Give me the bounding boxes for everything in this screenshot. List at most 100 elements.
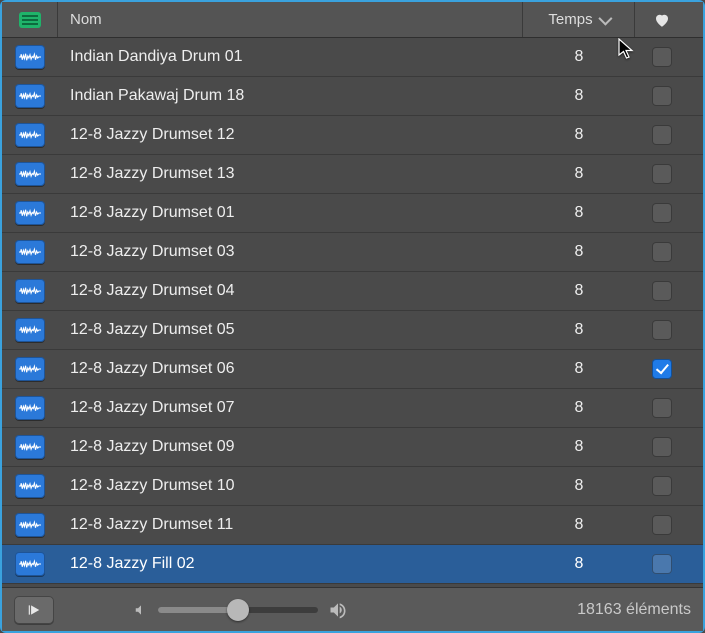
loop-temps-cell: 8	[523, 204, 635, 222]
loop-favorite-cell	[635, 86, 689, 106]
column-header-name-label: Nom	[70, 11, 102, 28]
loop-name-cell: Indian Dandiya Drum 01	[58, 48, 523, 66]
volume-low-icon	[134, 603, 148, 617]
favorite-checkbox[interactable]	[652, 320, 672, 340]
audio-loop-icon	[15, 84, 45, 108]
table-row[interactable]: Indian Pakawaj Drum 188	[2, 77, 703, 116]
loop-favorite-cell	[635, 281, 689, 301]
loop-temps-cell: 8	[523, 399, 635, 417]
audio-loop-icon	[15, 474, 45, 498]
loop-favorite-cell	[635, 125, 689, 145]
table-row[interactable]: 12-8 Jazzy Fill 028	[2, 545, 703, 584]
loop-list[interactable]: Indian Dandiya Drum 018Indian Pakawaj Dr…	[2, 38, 703, 587]
loop-favorite-cell	[635, 164, 689, 184]
loop-name-cell: 12-8 Jazzy Drumset 07	[58, 399, 523, 417]
loop-name-cell: 12-8 Jazzy Drumset 12	[58, 126, 523, 144]
column-header-temps-label: Temps	[548, 11, 592, 28]
loop-temps-cell: 8	[523, 321, 635, 339]
table-row[interactable]: 12-8 Jazzy Drumset 068	[2, 350, 703, 389]
loop-type-cell	[2, 552, 58, 576]
loop-favorite-cell	[635, 47, 689, 67]
favorite-checkbox[interactable]	[652, 554, 672, 574]
favorite-checkbox[interactable]	[652, 242, 672, 262]
loop-name-cell: 12-8 Jazzy Drumset 13	[58, 165, 523, 183]
loop-temps-cell: 8	[523, 87, 635, 105]
loop-temps-cell: 8	[523, 48, 635, 66]
loop-name-cell: 12-8 Jazzy Drumset 11	[58, 516, 523, 534]
favorite-checkbox[interactable]	[652, 125, 672, 145]
loop-name-cell: 12-8 Jazzy Drumset 05	[58, 321, 523, 339]
favorite-checkbox[interactable]	[652, 398, 672, 418]
loop-type-cell	[2, 240, 58, 264]
loop-favorite-cell	[635, 359, 689, 379]
loop-type-cell	[2, 357, 58, 381]
loop-type-cell	[2, 45, 58, 69]
loop-type-cell	[2, 279, 58, 303]
table-row[interactable]: 12-8 Jazzy Drumset 108	[2, 467, 703, 506]
loop-temps-cell: 8	[523, 477, 635, 495]
loop-favorite-cell	[635, 554, 689, 574]
table-row[interactable]: 12-8 Jazzy Drumset 038	[2, 233, 703, 272]
audio-loop-icon	[15, 513, 45, 537]
heart-icon	[653, 11, 671, 29]
loop-name-cell: 12-8 Jazzy Fill 02	[58, 555, 523, 573]
audio-loop-icon	[15, 45, 45, 69]
chevron-down-icon	[598, 11, 612, 25]
loop-type-cell	[2, 123, 58, 147]
table-row[interactable]: 12-8 Jazzy Drumset 098	[2, 428, 703, 467]
loop-favorite-cell	[635, 203, 689, 223]
loop-name-cell: 12-8 Jazzy Drumset 06	[58, 360, 523, 378]
column-header-name[interactable]: Nom	[58, 2, 523, 37]
table-row[interactable]: 12-8 Jazzy Drumset 018	[2, 194, 703, 233]
loop-temps-cell: 8	[523, 243, 635, 261]
favorite-checkbox[interactable]	[652, 515, 672, 535]
audio-loop-icon	[15, 279, 45, 303]
favorite-checkbox[interactable]	[652, 281, 672, 301]
column-header-temps[interactable]: Temps	[523, 2, 635, 37]
table-row[interactable]: 12-8 Jazzy Drumset 058	[2, 311, 703, 350]
loop-temps-cell: 8	[523, 555, 635, 573]
volume-high-icon	[328, 600, 348, 620]
audio-loop-icon	[15, 435, 45, 459]
table-row[interactable]: 12-8 Jazzy Drumset 118	[2, 506, 703, 545]
preview-play-button[interactable]	[14, 596, 54, 624]
loop-favorite-cell	[635, 242, 689, 262]
volume-slider-thumb[interactable]	[227, 599, 249, 621]
loop-favorite-cell	[635, 515, 689, 535]
favorite-checkbox[interactable]	[652, 476, 672, 496]
table-row[interactable]: 12-8 Jazzy Drumset 078	[2, 389, 703, 428]
loop-favorite-cell	[635, 320, 689, 340]
favorite-checkbox[interactable]	[652, 164, 672, 184]
table-row[interactable]: 12-8 Jazzy Drumset 138	[2, 155, 703, 194]
table-row[interactable]: 12-8 Jazzy Drumset 048	[2, 272, 703, 311]
audio-loop-icon	[15, 201, 45, 225]
loop-name-cell: 12-8 Jazzy Drumset 01	[58, 204, 523, 222]
table-row[interactable]: 12-8 Jazzy Drumset 128	[2, 116, 703, 155]
favorite-checkbox[interactable]	[652, 437, 672, 457]
list-view-icon	[19, 12, 41, 28]
item-count-label: 18163 éléments	[577, 601, 691, 619]
table-header: Nom Temps	[2, 2, 703, 38]
favorite-checkbox[interactable]	[652, 359, 672, 379]
loop-type-cell	[2, 201, 58, 225]
table-row[interactable]: Indian Dandiya Drum 018	[2, 38, 703, 77]
audio-loop-icon	[15, 552, 45, 576]
column-header-favorite[interactable]	[635, 2, 689, 37]
audio-loop-icon	[15, 396, 45, 420]
loop-type-cell	[2, 513, 58, 537]
audio-loop-icon	[15, 240, 45, 264]
loop-name-cell: 12-8 Jazzy Drumset 03	[58, 243, 523, 261]
loop-temps-cell: 8	[523, 165, 635, 183]
audio-loop-icon	[15, 357, 45, 381]
view-menu-button[interactable]	[2, 2, 58, 37]
loop-name-cell: Indian Pakawaj Drum 18	[58, 87, 523, 105]
favorite-checkbox[interactable]	[652, 86, 672, 106]
volume-slider[interactable]	[158, 607, 318, 613]
loop-type-cell	[2, 84, 58, 108]
loop-name-cell: 12-8 Jazzy Drumset 10	[58, 477, 523, 495]
audio-loop-icon	[15, 318, 45, 342]
favorite-checkbox[interactable]	[652, 203, 672, 223]
loop-temps-cell: 8	[523, 516, 635, 534]
favorite-checkbox[interactable]	[652, 47, 672, 67]
loop-favorite-cell	[635, 437, 689, 457]
